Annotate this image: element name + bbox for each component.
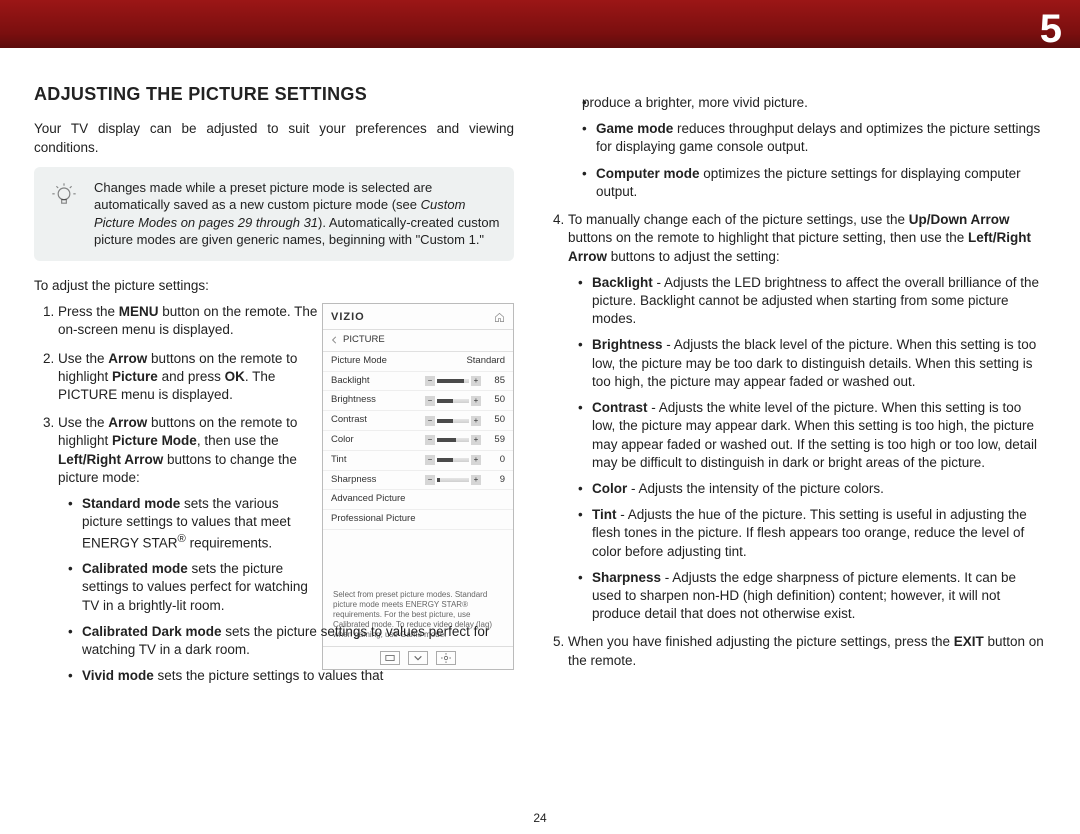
osd-row-advanced: Advanced Picture (323, 490, 513, 510)
steps-list-continued: To manually change each of the picture s… (544, 211, 1046, 670)
osd-preview: VIZIO PICTURE Picture Mode Standard Back… (322, 303, 514, 670)
mode-game: Game mode reduces throughput delays and … (582, 120, 1046, 156)
setting-color: Color - Adjusts the intensity of the pic… (578, 480, 1046, 498)
step-4: To manually change each of the picture s… (568, 211, 1046, 623)
step-1: Press the MENU button on the remote. The… (58, 303, 338, 339)
setting-contrast: Contrast - Adjusts the white level of th… (578, 399, 1046, 472)
step-2: Use the Arrow buttons on the remote to h… (58, 350, 338, 405)
page-number: 24 (34, 810, 1046, 826)
step-5: When you have finished adjusting the pic… (568, 633, 1046, 669)
mode-calibrated-dark: Calibrated Dark mode sets the picture se… (68, 623, 514, 659)
osd-row-professional: Professional Picture (323, 510, 513, 530)
osd-row-backlight: Backlight −+ 85 (323, 372, 513, 392)
mode-standard: Standard mode sets the various picture s… (68, 495, 318, 552)
mode-computer: Computer mode optimizes the picture sett… (582, 165, 1046, 201)
home-icon (494, 312, 505, 323)
mode-calibrated: Calibrated mode sets the picture setting… (68, 560, 318, 615)
minus-icon: − (425, 376, 435, 386)
setting-backlight: Backlight - Adjusts the LED brightness t… (578, 274, 1046, 329)
mode-vivid-cont: produce a brighter, more vivid picture. (582, 94, 1046, 112)
settings-definitions: Backlight - Adjusts the LED brightness t… (568, 274, 1046, 624)
osd-row-picture-mode: Picture Mode Standard (323, 352, 513, 372)
header-bar: 5 (0, 0, 1080, 48)
left-column: ADJUSTING THE PICTURE SETTINGS Your TV d… (34, 60, 514, 696)
setting-tint: Tint - Adjusts the hue of the picture. T… (578, 506, 1046, 561)
page-body: ADJUSTING THE PICTURE SETTINGS Your TV d… (34, 60, 1046, 804)
mode-vivid: Vivid mode sets the picture settings to … (68, 667, 514, 685)
section-heading: ADJUSTING THE PICTURE SETTINGS (34, 82, 514, 106)
osd-row-tint: Tint −+ 0 (323, 451, 513, 471)
setting-brightness: Brightness - Adjusts the black level of … (578, 336, 1046, 391)
osd-row-sharpness: Sharpness −+ 9 (323, 471, 513, 491)
osd-row-brightness: Brightness −+ 50 (323, 391, 513, 411)
setting-sharpness: Sharpness - Adjusts the edge sharpness o… (578, 569, 1046, 624)
osd-row-contrast: Contrast −+ 50 (323, 411, 513, 431)
chapter-number: 5 (1040, 2, 1062, 56)
osd-row-color: Color −+ 59 (323, 431, 513, 451)
osd-breadcrumb: PICTURE (323, 330, 513, 352)
lead-in: To adjust the picture settings: (34, 277, 514, 295)
osd-breadcrumb-label: PICTURE (343, 334, 385, 347)
plus-icon: + (471, 376, 481, 386)
lightbulb-icon (50, 181, 78, 209)
tip-callout: Changes made while a preset picture mode… (34, 167, 514, 261)
chevron-left-icon (331, 336, 339, 344)
osd-logo: VIZIO (331, 310, 365, 325)
tip-text-prefix: Changes made while a preset picture mode… (94, 180, 432, 213)
mode-list-continued: produce a brighter, more vivid picture. … (544, 94, 1046, 201)
right-column: produce a brighter, more vivid picture. … (544, 60, 1046, 696)
intro-paragraph: Your TV display can be adjusted to suit … (34, 120, 514, 156)
